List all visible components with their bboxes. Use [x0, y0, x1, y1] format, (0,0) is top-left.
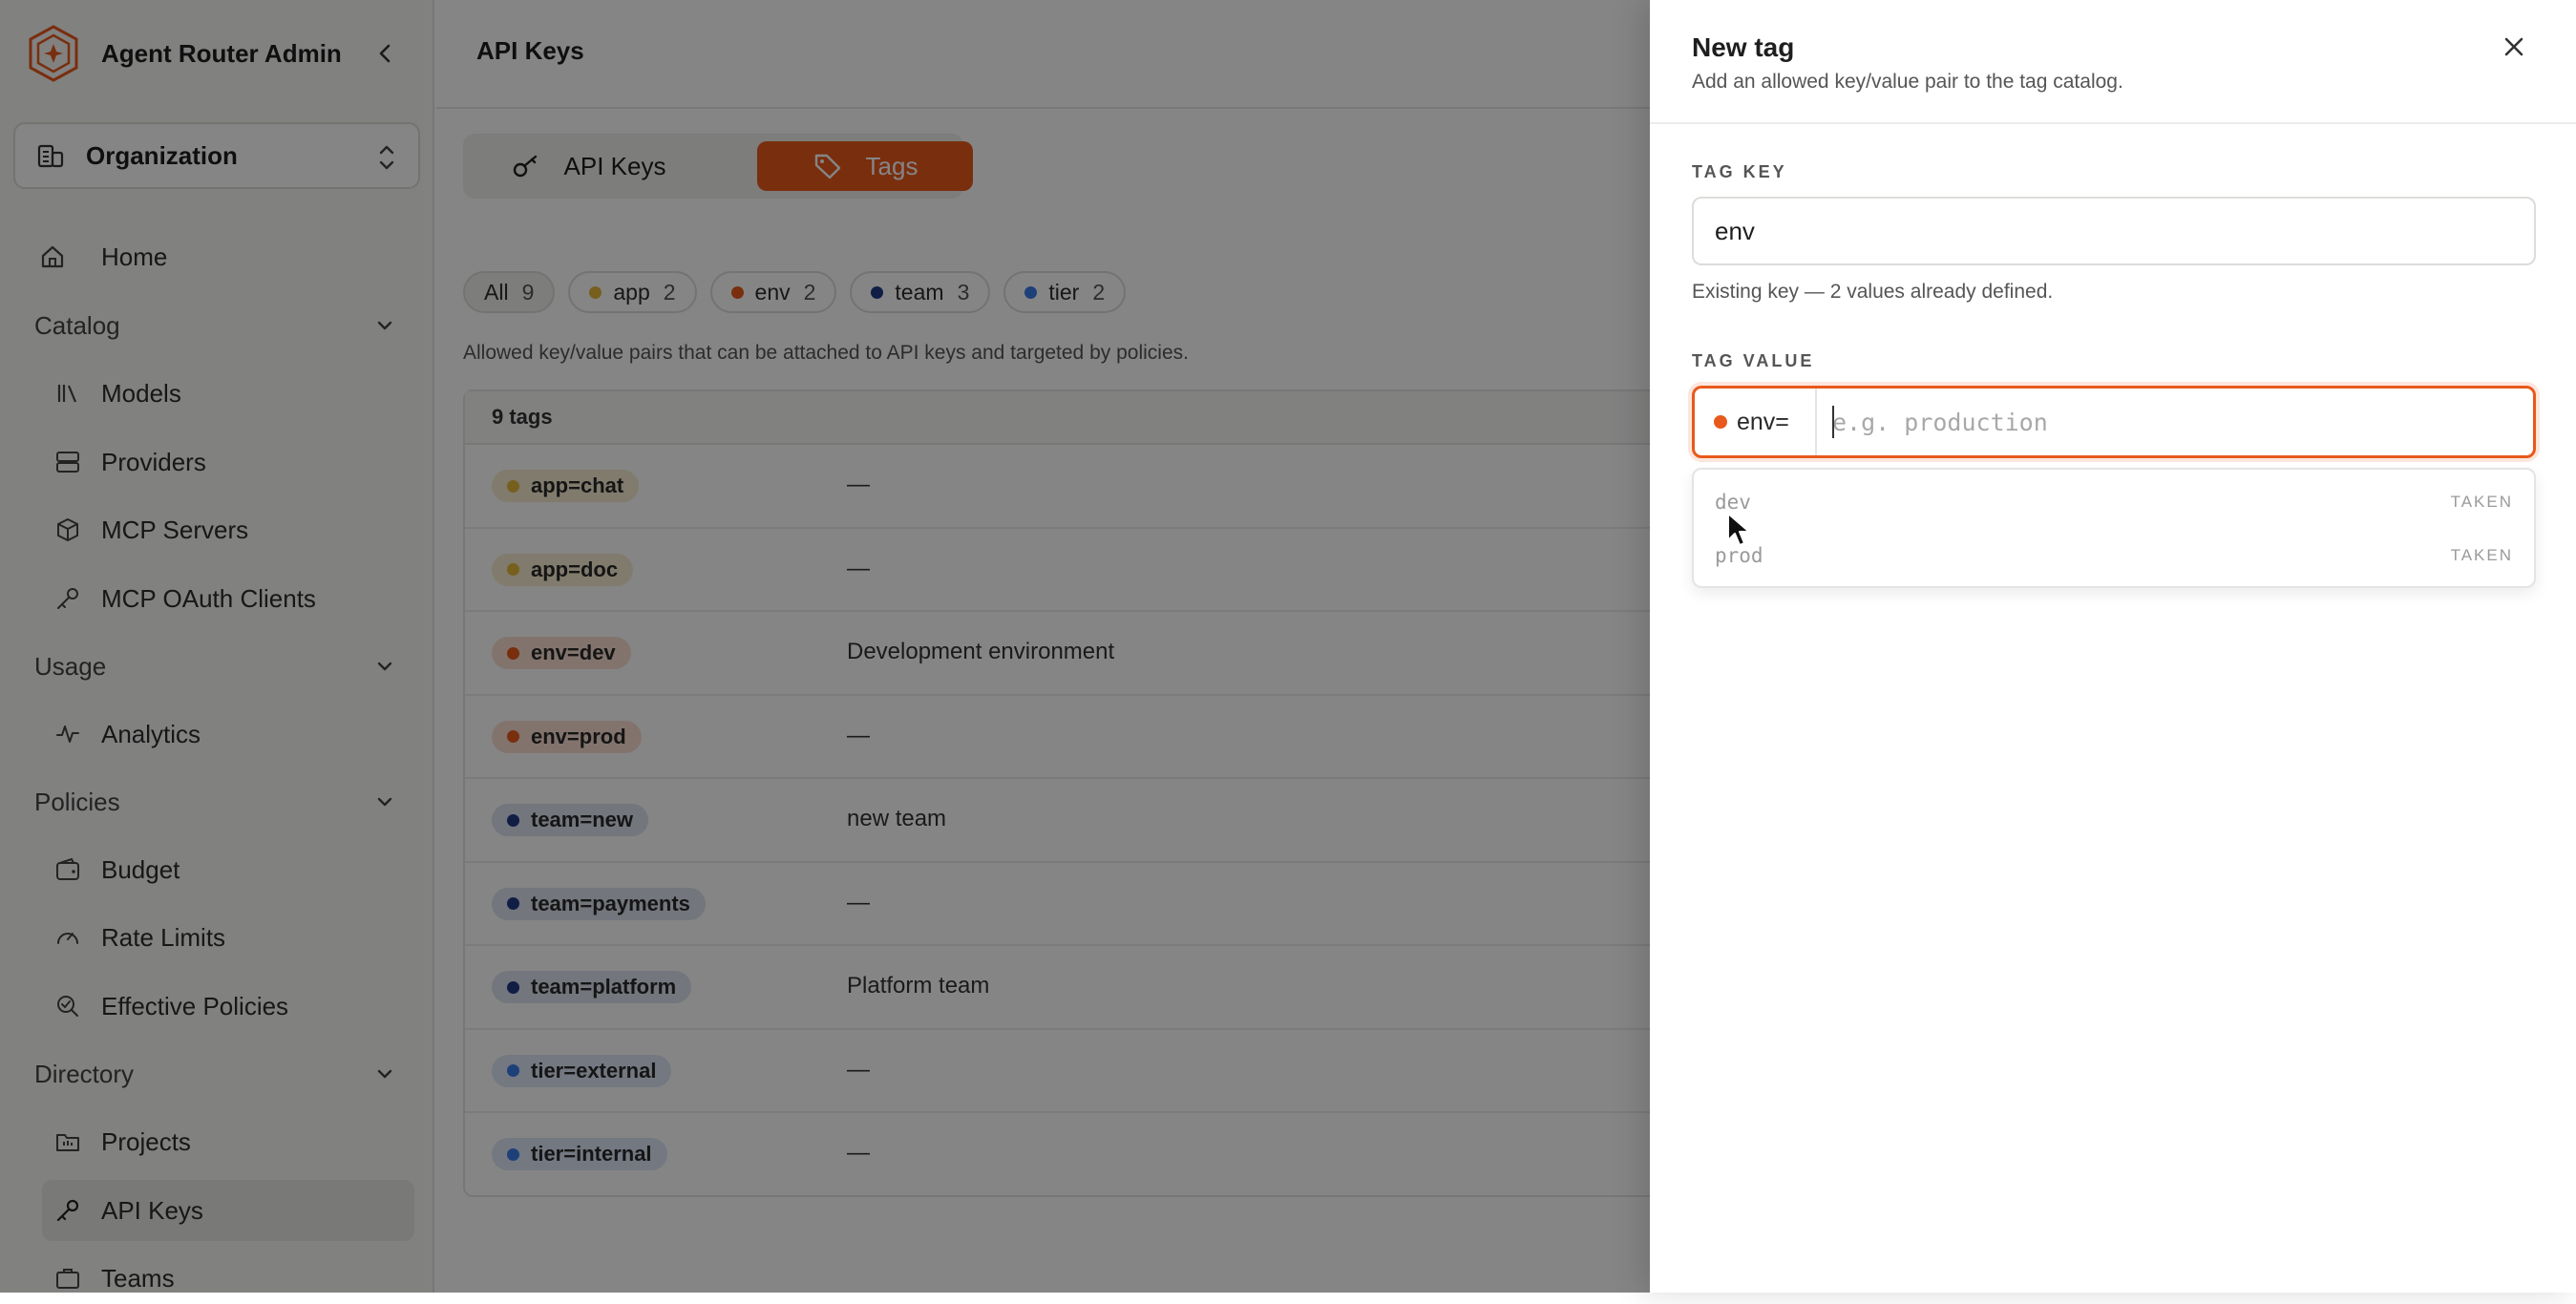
tag-value-prefix-text: env= [1737, 408, 1789, 435]
tag-key-label: TAG KEY [1692, 162, 1787, 181]
suggestion-value: dev [1715, 491, 1751, 514]
tag-value-suggestions: dev TAKEN prod TAKEN [1692, 468, 2536, 588]
close-icon[interactable] [2500, 32, 2528, 61]
mouse-pointer-icon [1727, 513, 1750, 546]
tag-value-input[interactable] [1825, 396, 2522, 448]
tag-key-input[interactable]: env [1692, 197, 2536, 265]
text-caret [1832, 406, 1834, 438]
suggestion-status: TAKEN [2450, 546, 2513, 564]
tag-key-hint: Existing key — 2 values already defined. [1692, 281, 2054, 303]
new-tag-drawer: New tag Add an allowed key/value pair to… [1650, 0, 2576, 1293]
suggestion-option-prod[interactable]: prod TAKEN [1694, 531, 2534, 584]
drawer-header: New tag Add an allowed key/value pair to… [1650, 0, 2576, 124]
drawer-title: New tag [1692, 32, 1795, 62]
drawer-subtitle: Add an allowed key/value pair to the tag… [1692, 71, 2123, 93]
suggestion-option-dev[interactable]: dev TAKEN [1694, 477, 2534, 531]
tag-value-label: TAG VALUE [1692, 351, 1815, 370]
modal-backdrop[interactable] [0, 0, 1650, 1293]
tag-key-value: env [1715, 216, 1755, 245]
suggestion-status: TAKEN [2450, 493, 2513, 511]
tag-value-field[interactable]: env= [1692, 386, 2536, 458]
dot-icon [1714, 415, 1727, 429]
tag-value-prefix: env= [1695, 389, 1817, 455]
